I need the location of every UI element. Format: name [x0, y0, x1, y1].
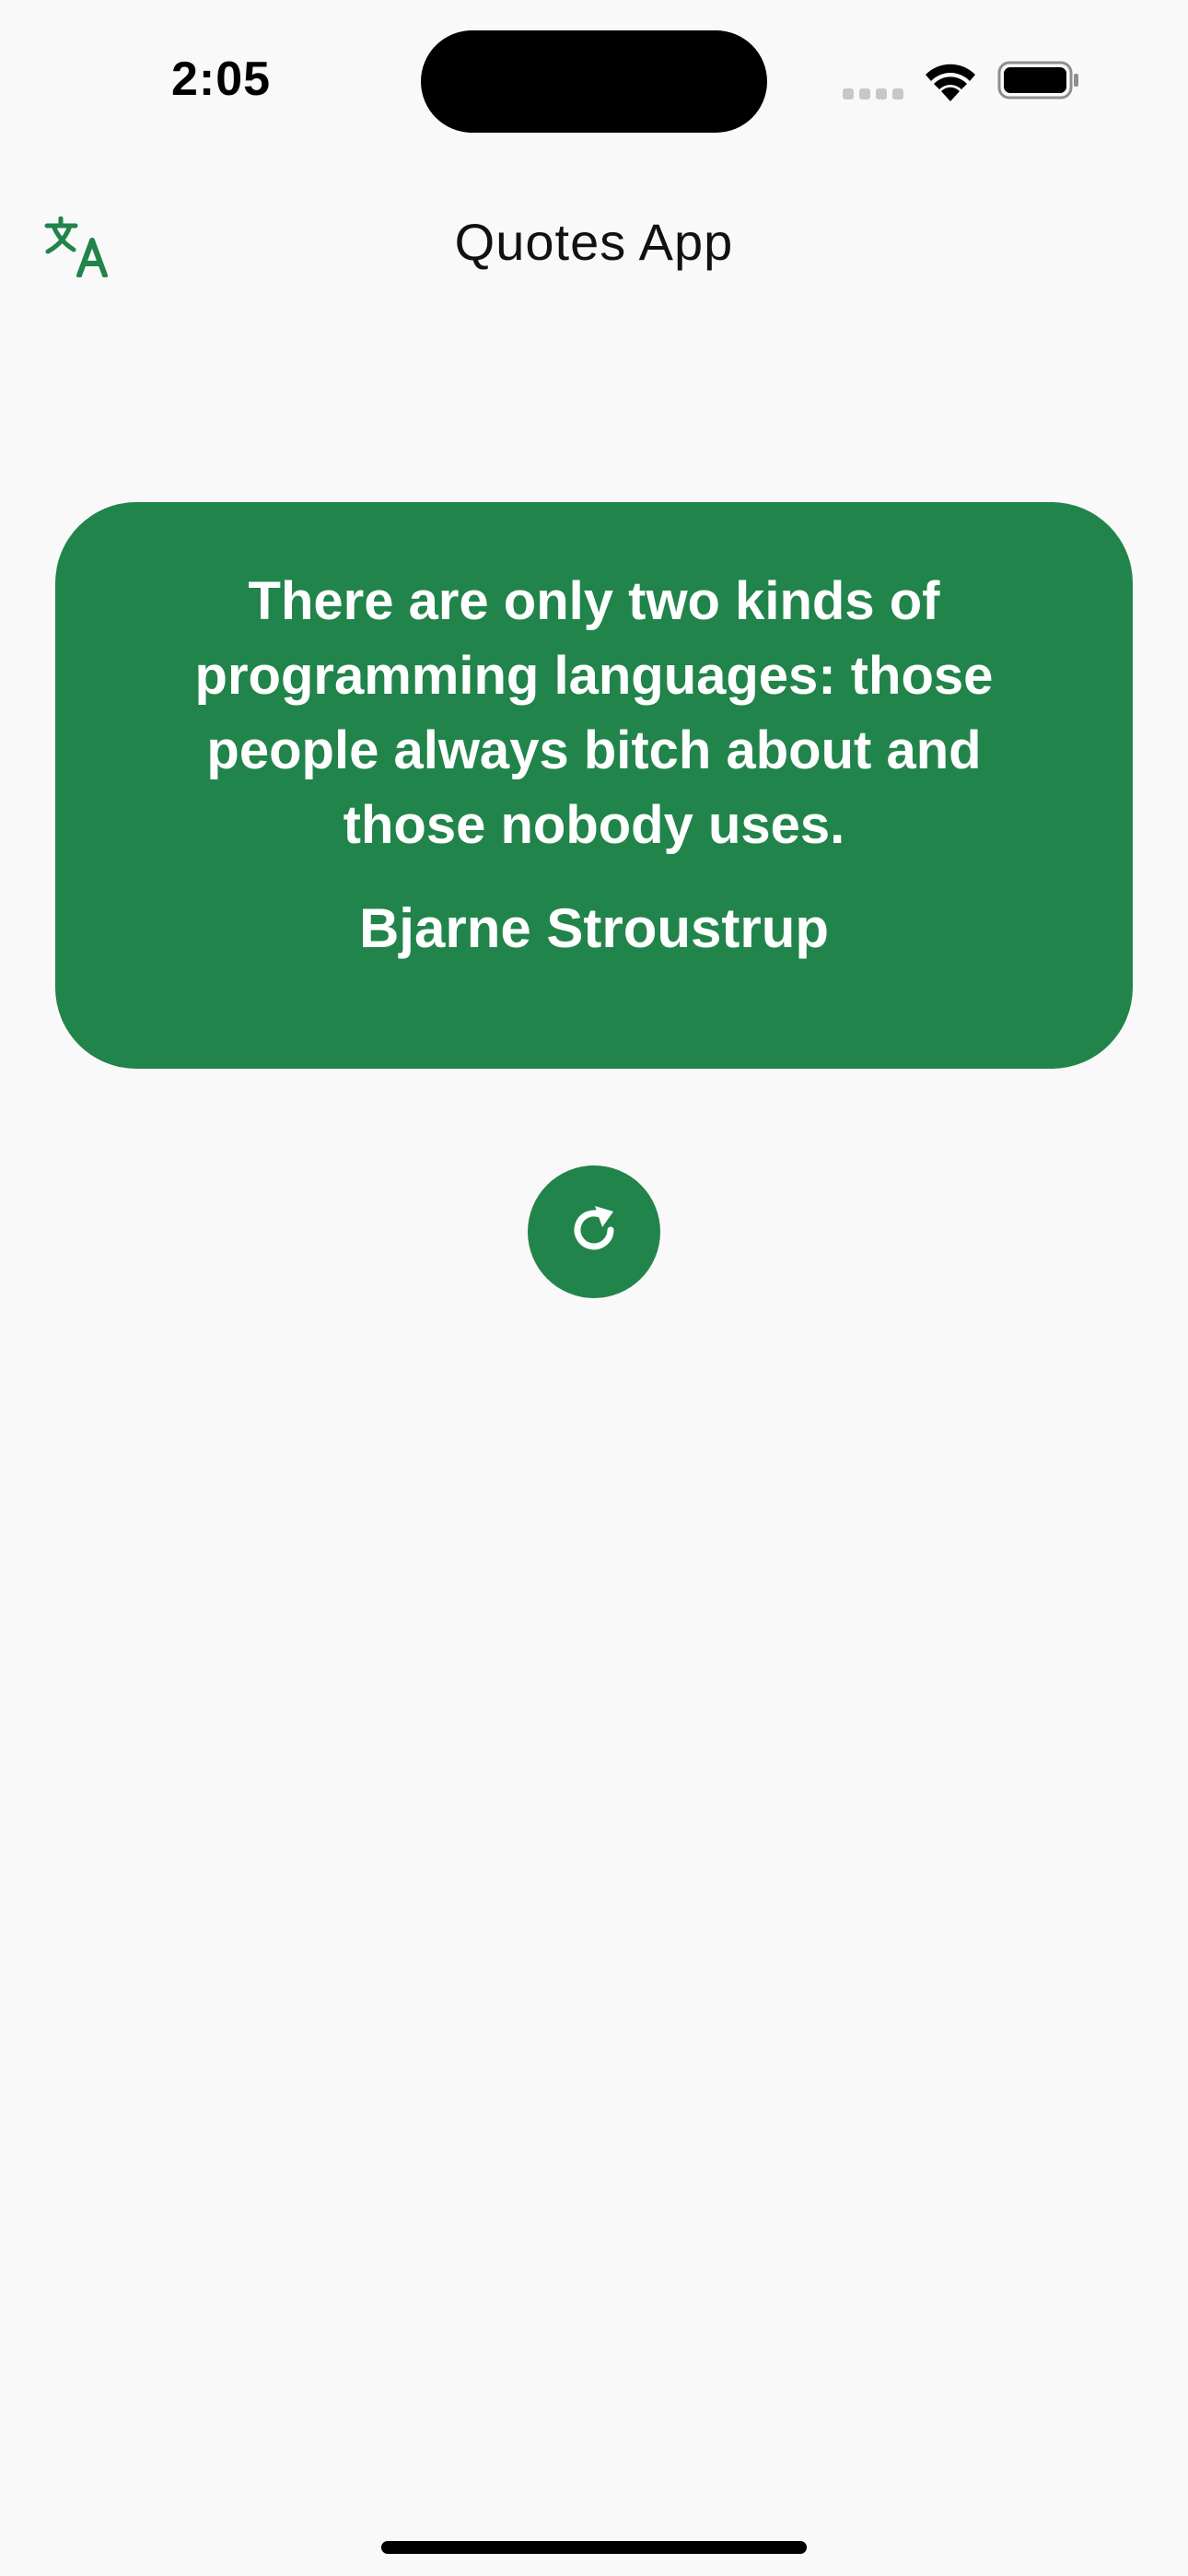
refresh-button[interactable]: [528, 1165, 660, 1298]
dynamic-island: [421, 30, 767, 133]
battery-icon: [997, 61, 1080, 100]
refresh-icon: [565, 1200, 623, 1264]
quote-author: Bjarne Stroustrup: [358, 897, 830, 959]
app-bar: Quotes App: [0, 157, 1188, 327]
page-title: Quotes App: [454, 213, 734, 271]
quote-card: There are only two kinds of programming …: [55, 502, 1133, 1069]
home-indicator[interactable]: [381, 2541, 807, 2554]
quote-text: There are only two kinds of programming …: [194, 571, 994, 855]
cellular-signal-icon: [843, 88, 903, 100]
status-time: 2:05: [171, 53, 272, 106]
wifi-icon: [921, 59, 980, 101]
status-bar: 2:05: [0, 0, 1188, 157]
